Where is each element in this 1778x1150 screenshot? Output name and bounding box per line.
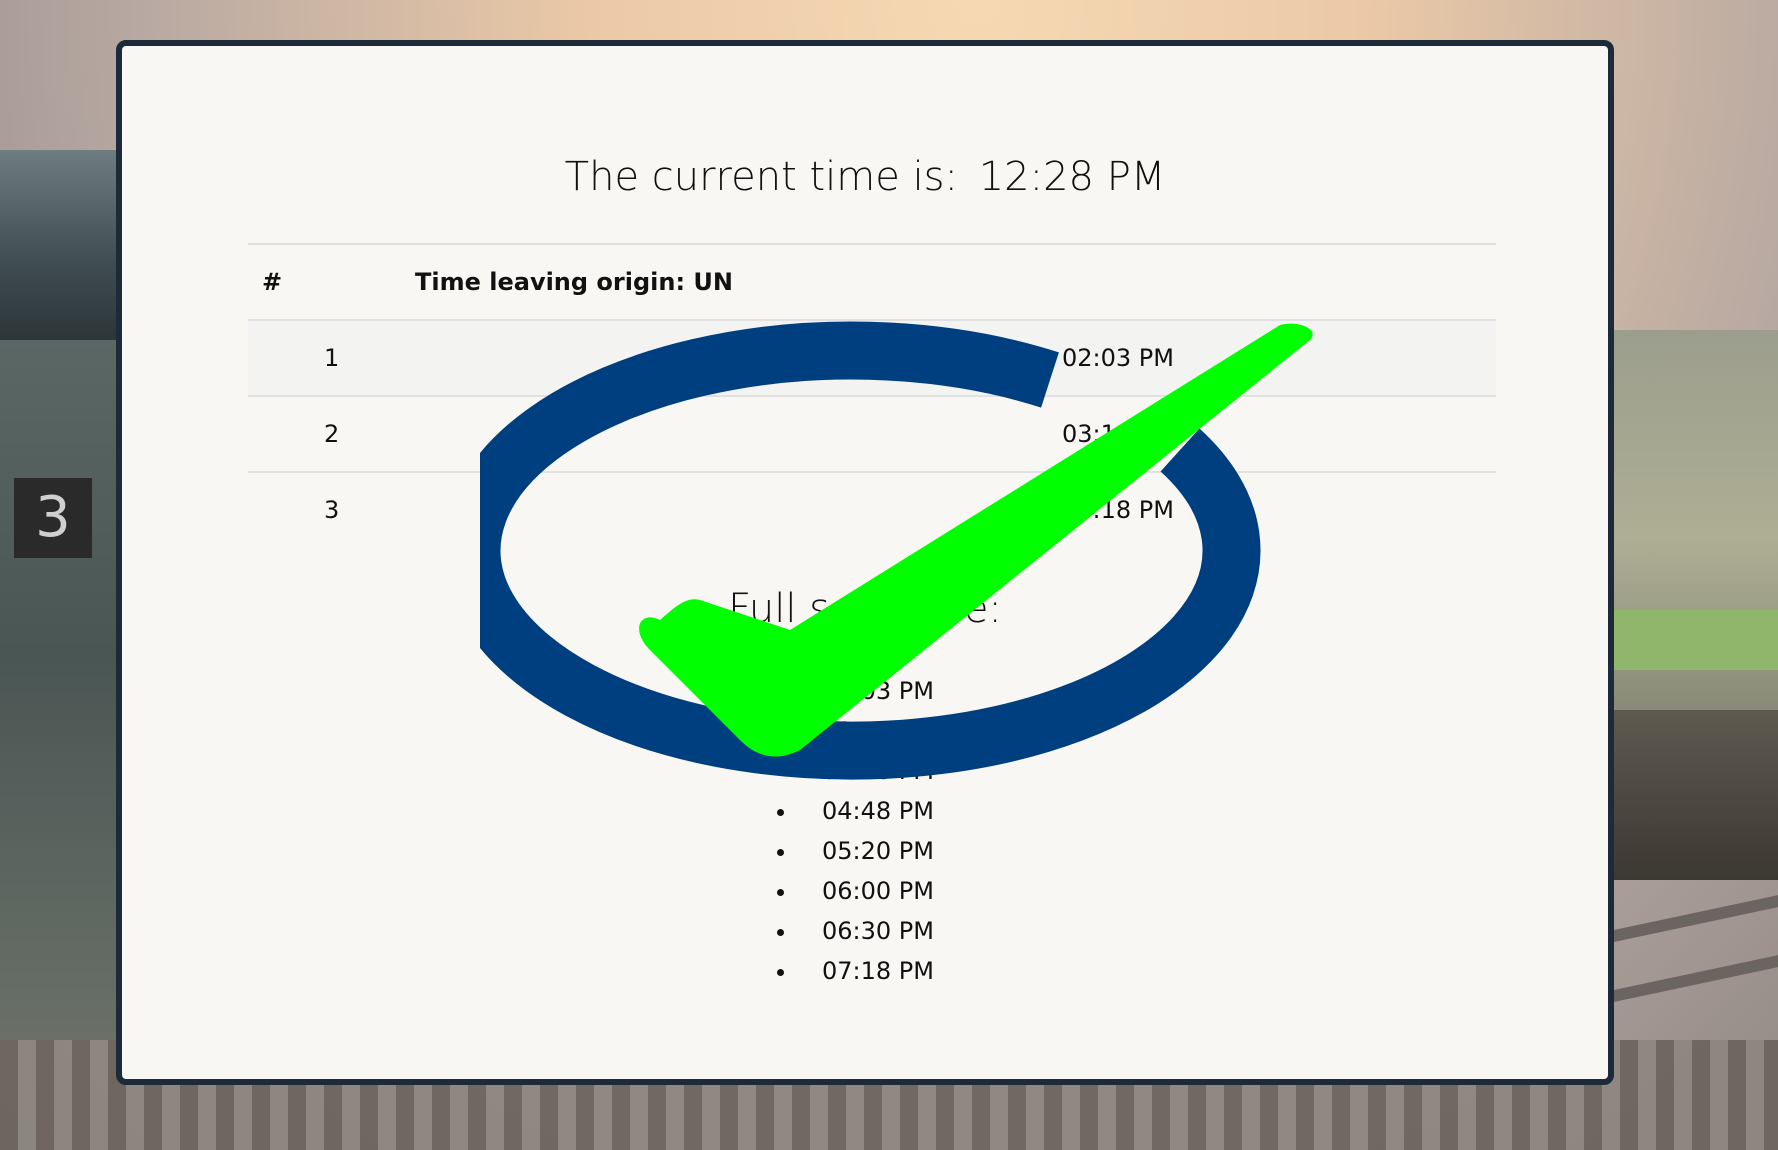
list-item: 06:00 PM bbox=[798, 871, 934, 911]
current-time-value: 12:28 PM bbox=[978, 154, 1166, 200]
current-time-label: The current time is: bbox=[564, 154, 958, 200]
row-number: 1 bbox=[248, 320, 414, 397]
table-header-row: # Time leaving origin: UN bbox=[248, 243, 1496, 321]
station-wall bbox=[0, 340, 130, 1040]
platform-sign: 3 bbox=[14, 478, 92, 558]
column-header-time: Time leaving origin: UN bbox=[414, 243, 1496, 321]
current-time-heading: The current time is: 12:28 PM bbox=[122, 154, 1608, 200]
train-undercarriage bbox=[1600, 710, 1778, 880]
row-number: 2 bbox=[248, 396, 414, 473]
column-header-number: # bbox=[248, 243, 414, 321]
row-number: 3 bbox=[324, 496, 340, 524]
checkmark-logo-icon bbox=[480, 321, 1313, 780]
list-item: 07:18 PM bbox=[798, 951, 934, 991]
list-item: 06:30 PM bbox=[798, 911, 934, 951]
train-stripe bbox=[1600, 610, 1778, 670]
station-roof bbox=[0, 150, 130, 340]
